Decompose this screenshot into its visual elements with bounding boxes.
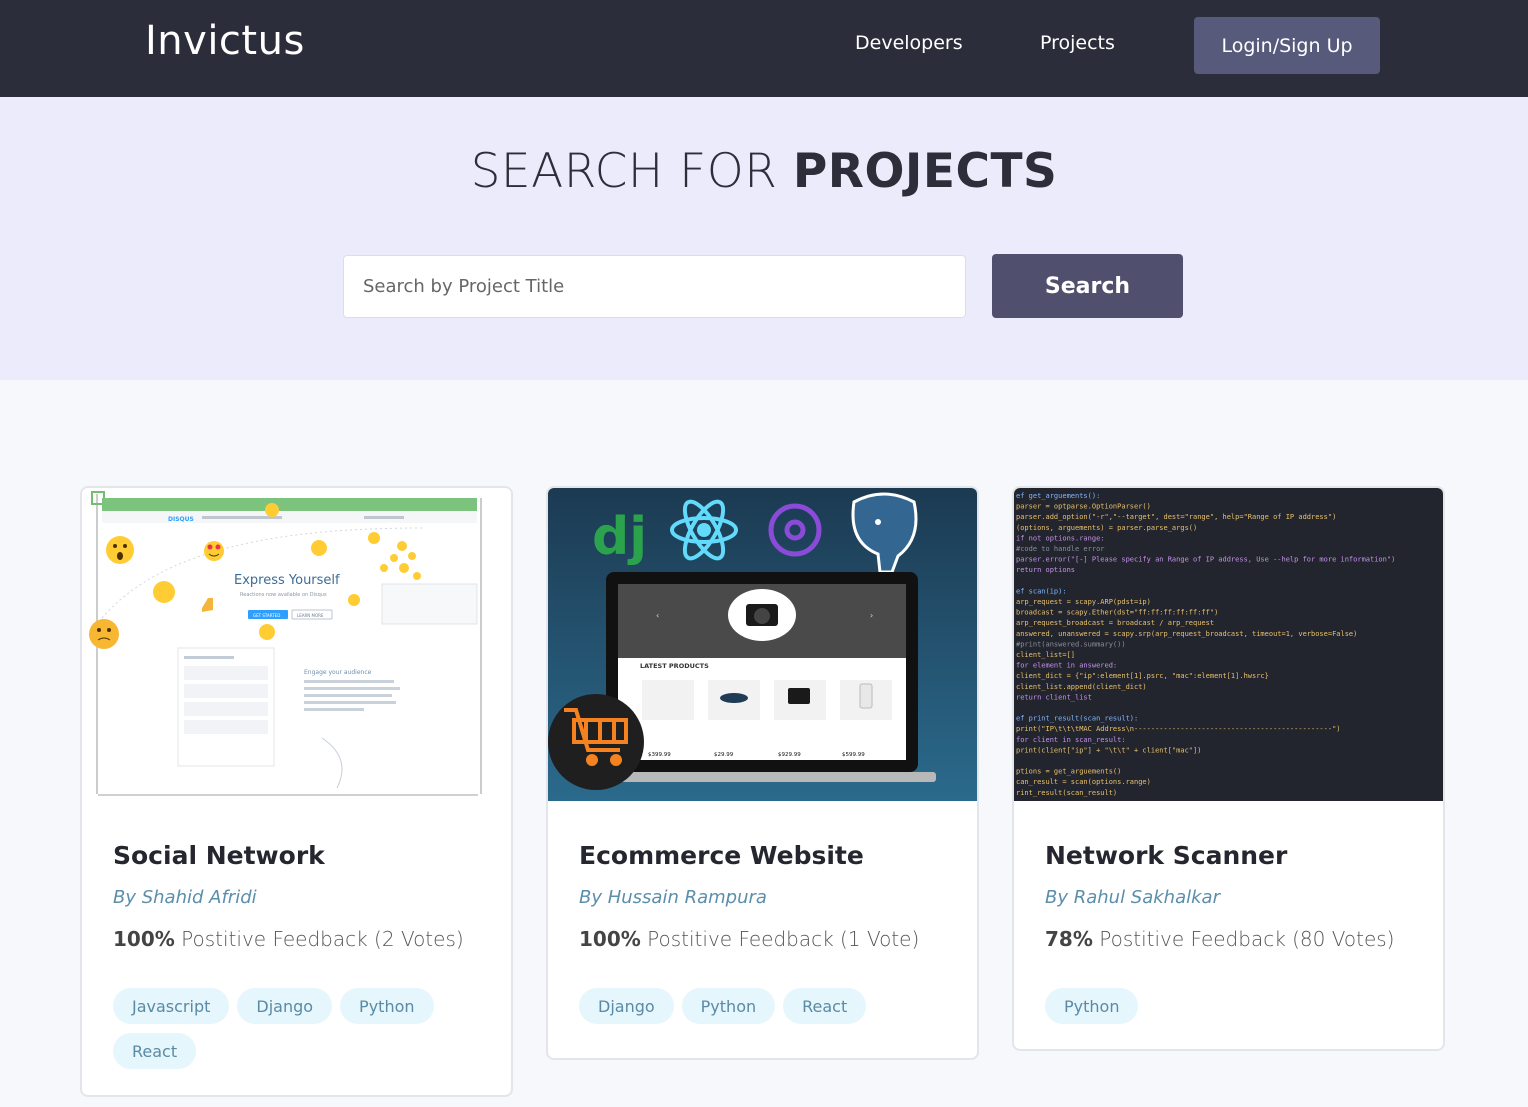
- code-line: rint_result(scan_result): [1016, 789, 1117, 797]
- tag-chip[interactable]: Python: [681, 988, 776, 1024]
- code-line: parser = optparse.OptionParser(): [1016, 503, 1151, 511]
- code-screenshot-image: ef get_arguements(): parser = optparse.O…: [1014, 488, 1443, 801]
- thumb-headline: Express Yourself: [234, 573, 340, 588]
- tag-chip[interactable]: Django: [237, 988, 333, 1024]
- thumb-cta-1: GET STARTED: [253, 613, 280, 618]
- django-icon: dj: [592, 507, 647, 567]
- ecommerce-thumbnail-image: dj ‹ › LATEST PRODUCTS $399.99 $29.99 $9…: [548, 488, 977, 801]
- tag-list: Javascript Django Python React: [113, 988, 493, 1069]
- project-feedback: 100% Postitive Feedback (2 Votes): [113, 927, 464, 951]
- code-line: print(client["ip"] + "\t\t" + client["ma…: [1016, 746, 1201, 754]
- project-author[interactable]: By Rahul Sakhalkar: [1045, 887, 1220, 908]
- code-line: arp_request = scapy.ARP(pdst=ip): [1016, 598, 1151, 606]
- svg-text:›: ›: [870, 611, 873, 620]
- code-line: #code to handle error: [1016, 545, 1105, 553]
- code-line: client_list.append(client_dict): [1016, 683, 1147, 691]
- code-line: return options: [1016, 566, 1075, 574]
- price-1: $399.99: [648, 752, 671, 758]
- code-line: #print(answered.summary()): [1016, 640, 1126, 648]
- tag-list: Django Python React: [579, 988, 959, 1024]
- page-title-light: SEARCH FOR: [470, 144, 793, 199]
- project-thumbnail[interactable]: dj ‹ › LATEST PRODUCTS $399.99 $29.99 $9…: [548, 488, 977, 801]
- price-3: $929.99: [778, 752, 801, 758]
- tag-chip[interactable]: Django: [579, 988, 674, 1024]
- feedback-percent: 78%: [1045, 927, 1093, 951]
- tag-chip[interactable]: React: [113, 1033, 197, 1069]
- thumb-brand: DISQUS: [168, 516, 194, 523]
- code-line: arp_request_broadcast = broadcast / arp_…: [1016, 619, 1214, 627]
- project-card[interactable]: DISQUS Express Yourself Reactions now av…: [80, 486, 513, 1097]
- code-line: parser.error("[-] Please specify an Rang…: [1016, 556, 1395, 564]
- thumb-section: LATEST PRODUCTS: [640, 662, 709, 670]
- nav-developers-link[interactable]: Developers: [855, 32, 963, 54]
- project-card[interactable]: dj ‹ › LATEST PRODUCTS $399.99 $29.99 $9…: [546, 486, 979, 1060]
- code-line: ptions = get_arguements(): [1016, 768, 1121, 776]
- top-navbar: Invictus Developers Projects Login/Sign …: [0, 0, 1528, 97]
- thumb-cta-2: LEARN MORE: [297, 613, 324, 618]
- code-line: ef print_result(scan_result):: [1016, 715, 1138, 723]
- feedback-percent: 100%: [579, 927, 641, 951]
- code-line: (options, arguements) = parser.parse_arg…: [1016, 524, 1197, 532]
- tag-list: Python: [1045, 988, 1425, 1024]
- code-line: client_dict = {"ip":element[1].psrc, "ma…: [1016, 672, 1269, 680]
- project-thumbnail[interactable]: DISQUS Express Yourself Reactions now av…: [82, 488, 511, 801]
- code-line: parser.add_option("-r","--target", dest=…: [1016, 513, 1336, 521]
- price-4: $599.99: [842, 752, 865, 758]
- project-author[interactable]: By Shahid Afridi: [113, 887, 257, 908]
- project-title[interactable]: Network Scanner: [1045, 841, 1287, 870]
- project-thumbnail[interactable]: ef get_arguements(): parser = optparse.O…: [1014, 488, 1443, 801]
- code-line: for client in scan_result:: [1016, 736, 1126, 744]
- svg-text:‹: ‹: [656, 611, 659, 620]
- project-title[interactable]: Social Network: [113, 841, 325, 870]
- code-line: ef scan(ip):: [1016, 587, 1067, 595]
- code-line: if not options.range:: [1016, 534, 1105, 542]
- feedback-text: Postitive Feedback (2 Votes): [174, 927, 464, 951]
- project-title[interactable]: Ecommerce Website: [579, 841, 864, 870]
- code-line: answered, unanswered = scapy.srp(arp_req…: [1016, 630, 1357, 638]
- site-logo[interactable]: Invictus: [145, 18, 305, 64]
- search-button[interactable]: Search: [992, 254, 1183, 318]
- project-author[interactable]: By Hussain Rampura: [579, 887, 767, 908]
- nav-projects-link[interactable]: Projects: [1040, 32, 1115, 54]
- code-line: can_result = scan(options.range): [1016, 778, 1151, 786]
- search-input[interactable]: [343, 255, 966, 318]
- project-feedback: 78% Postitive Feedback (80 Votes): [1045, 927, 1394, 951]
- project-feedback: 100% Postitive Feedback (1 Vote): [579, 927, 919, 951]
- login-signup-button[interactable]: Login/Sign Up: [1194, 17, 1380, 74]
- feedback-percent: 100%: [113, 927, 175, 951]
- code-line: client_list=[]: [1016, 651, 1075, 659]
- tag-chip[interactable]: Python: [1045, 988, 1139, 1024]
- feedback-text: Postitive Feedback (80 Votes): [1092, 927, 1395, 951]
- project-card[interactable]: ef get_arguements(): parser = optparse.O…: [1012, 486, 1445, 1051]
- tag-chip[interactable]: React: [783, 988, 867, 1024]
- code-line: broadcast = scapy.Ether(dst="ff:ff:ff:ff…: [1016, 609, 1218, 617]
- tag-chip[interactable]: Python: [340, 988, 434, 1024]
- code-line: return client_list: [1016, 693, 1092, 701]
- price-2: $29.99: [714, 752, 734, 758]
- feedback-text: Postitive Feedback (1 Vote): [640, 927, 920, 951]
- page-title: SEARCH FOR PROJECTS: [0, 144, 1528, 199]
- code-line: ef get_arguements():: [1016, 492, 1100, 500]
- tag-chip[interactable]: Javascript: [113, 988, 230, 1024]
- code-line: for element in answered:: [1016, 662, 1117, 670]
- code-line: print("IP\t\t\tMAC Address\n------------…: [1016, 725, 1341, 733]
- search-hero: SEARCH FOR PROJECTS Search: [0, 97, 1528, 380]
- thumb-subline: Reactions now available on Disqus: [240, 592, 327, 598]
- page-title-bold: PROJECTS: [792, 144, 1058, 199]
- thumb-section: Engage your audience: [304, 669, 372, 676]
- disqus-screenshot-image: DISQUS Express Yourself Reactions now av…: [82, 488, 511, 801]
